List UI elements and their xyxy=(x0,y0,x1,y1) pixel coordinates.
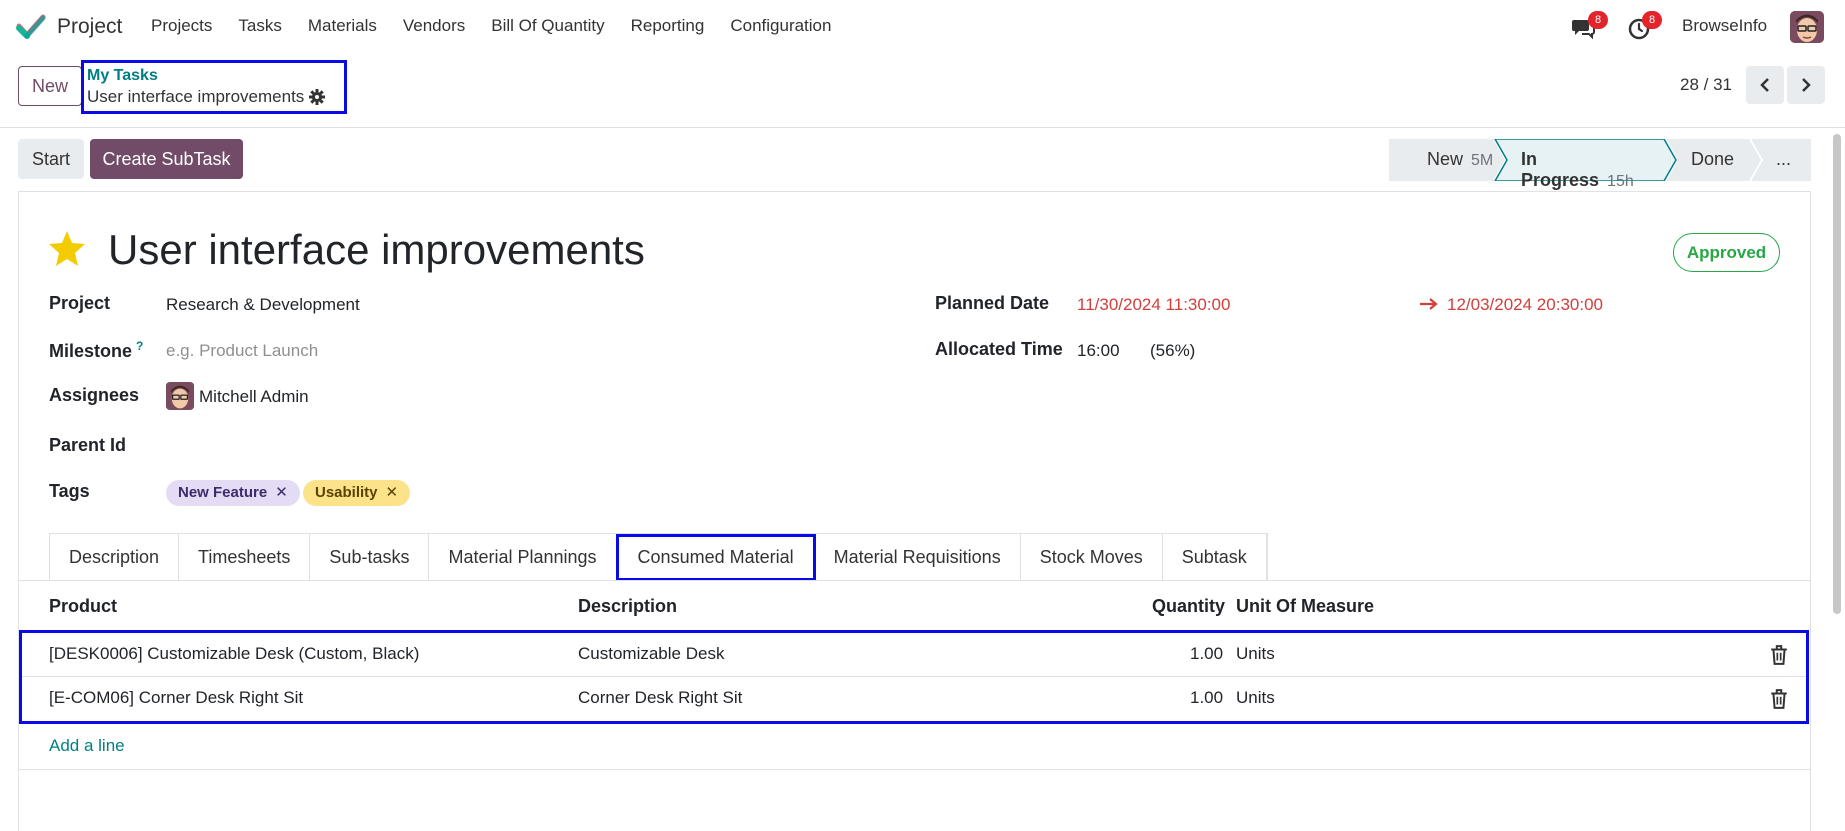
tab-material-plannings[interactable]: Material Plannings xyxy=(429,534,617,581)
breadcrumb-current: User interface improvements xyxy=(87,87,341,107)
tab-divider xyxy=(18,580,1811,581)
tag-usability: Usability ✕ xyxy=(303,480,411,506)
tab-sub-tasks[interactable]: Sub-tasks xyxy=(310,534,430,581)
milestone-label: Milestone? xyxy=(49,339,143,362)
tags-label: Tags xyxy=(49,481,90,501)
arrow-right-icon xyxy=(1420,298,1438,310)
menu-configuration[interactable]: Configuration xyxy=(730,16,831,36)
row-description[interactable]: Corner Desk Right Sit xyxy=(578,688,742,708)
project-app-icon[interactable] xyxy=(16,14,46,40)
stage-done[interactable]: Done xyxy=(1691,149,1734,170)
tab-subtask[interactable]: Subtask xyxy=(1163,534,1267,581)
row-product[interactable]: [DESK0006] Customizable Desk (Custom, Bl… xyxy=(49,644,419,664)
control-panel: New My Tasks User interface improvements… xyxy=(0,54,1845,128)
column-header-description[interactable]: Description xyxy=(578,596,677,617)
messages-count-badge: 8 xyxy=(1588,11,1608,29)
trash-icon[interactable] xyxy=(1770,645,1788,665)
column-header-product[interactable]: Product xyxy=(49,596,117,617)
breadcrumb-current-label: User interface improvements xyxy=(87,87,305,106)
tab-stock-moves[interactable]: Stock Moves xyxy=(1021,534,1163,581)
row-uom[interactable]: Units xyxy=(1236,644,1275,664)
top-navbar: Project Projects Tasks Materials Vendors… xyxy=(0,0,1845,54)
breadcrumb: My Tasks User interface improvements xyxy=(81,60,347,114)
menu-projects[interactable]: Projects xyxy=(151,16,212,36)
project-field[interactable]: Research & Development xyxy=(166,295,360,315)
planned-end-field[interactable]: 12/03/2024 20:30:00 xyxy=(1447,295,1603,315)
breadcrumb-parent-link[interactable]: My Tasks xyxy=(87,67,341,85)
row-product[interactable]: [E-COM06] Corner Desk Right Sit xyxy=(49,688,303,708)
pager-next-button[interactable] xyxy=(1787,66,1825,104)
consumed-material-rows: [DESK0006] Customizable Desk (Custom, Bl… xyxy=(19,630,1809,724)
pager-previous-button[interactable] xyxy=(1746,66,1784,104)
tag-new-feature: New Feature ✕ xyxy=(166,480,300,506)
tag-new-feature-label: New Feature xyxy=(178,484,268,501)
scrollbar[interactable] xyxy=(1833,134,1841,614)
planned-start-field[interactable]: 11/30/2024 11:30:00 xyxy=(1077,295,1230,315)
task-title[interactable]: User interface improvements xyxy=(108,226,645,274)
column-header-quantity[interactable]: Quantity xyxy=(1152,596,1225,617)
milestone-label-text: Milestone xyxy=(49,341,133,361)
allocated-time-field[interactable]: 16:00 xyxy=(1077,341,1120,361)
stage-in-progress[interactable]: In Progress 15h xyxy=(1521,149,1634,191)
company-switcher[interactable]: BrowseInfo xyxy=(1682,16,1767,36)
new-button[interactable]: New xyxy=(18,66,82,106)
table-row[interactable]: [E-COM06] Corner Desk Right Sit Corner D… xyxy=(22,677,1806,721)
row-quantity[interactable]: 1.00 xyxy=(1190,644,1223,664)
table-row[interactable]: [DESK0006] Customizable Desk (Custom, Bl… xyxy=(22,633,1806,677)
tab-consumed-material[interactable]: Consumed Material xyxy=(615,534,816,581)
table-footer-divider xyxy=(18,769,1811,770)
assignees-label: Assignees xyxy=(49,385,140,405)
stage-new-label: New xyxy=(1427,149,1464,169)
stage-more[interactable]: ... xyxy=(1776,149,1791,170)
tab-description[interactable]: Description xyxy=(50,534,180,581)
app-name[interactable]: Project xyxy=(57,15,122,39)
menu-materials[interactable]: Materials xyxy=(308,16,377,36)
menu-bill-of-quantity[interactable]: Bill Of Quantity xyxy=(491,16,604,36)
stage-new-time: 5M xyxy=(1471,152,1494,169)
activities-count-badge: 8 xyxy=(1642,11,1662,29)
gear-icon[interactable] xyxy=(309,89,326,105)
menu-tasks[interactable]: Tasks xyxy=(238,16,281,36)
column-header-uom[interactable]: Unit Of Measure xyxy=(1236,596,1374,617)
row-uom[interactable]: Units xyxy=(1236,688,1275,708)
notebook-tabs: Description Timesheets Sub-tasks Materia… xyxy=(49,533,1268,581)
tab-timesheets[interactable]: Timesheets xyxy=(179,534,311,581)
milestone-help-icon[interactable]: ? xyxy=(136,339,143,353)
project-label: Project xyxy=(49,293,111,313)
tag-usability-label: Usability xyxy=(315,484,378,501)
tag-remove-icon[interactable]: ✕ xyxy=(275,480,288,506)
chevron-left-icon xyxy=(1760,78,1769,92)
start-button[interactable]: Start xyxy=(18,139,84,179)
stage-in-progress-label: In Progress xyxy=(1521,149,1600,190)
pager-value[interactable]: 28 / 31 xyxy=(1680,75,1732,95)
form-sheet xyxy=(18,191,1811,831)
menu-vendors[interactable]: Vendors xyxy=(403,16,465,36)
allocated-time-percent: (56%) xyxy=(1150,341,1196,360)
planned-date-label: Planned Date xyxy=(935,293,1050,313)
priority-star-icon[interactable] xyxy=(47,229,87,269)
tag-remove-icon[interactable]: ✕ xyxy=(386,480,399,506)
assignee-avatar[interactable] xyxy=(166,382,194,410)
menu-reporting[interactable]: Reporting xyxy=(631,16,705,36)
allocated-time-label: Allocated Time xyxy=(935,339,1063,359)
form-statusbar: Start Create SubTask New 5M In Progress 15… xyxy=(0,128,1845,191)
parent-id-label: Parent Id xyxy=(49,435,127,455)
tab-material-requisitions[interactable]: Material Requisitions xyxy=(815,534,1021,581)
row-quantity[interactable]: 1.00 xyxy=(1190,688,1223,708)
stage-new[interactable]: New 5M xyxy=(1427,149,1493,170)
add-a-line-link[interactable]: Add a line xyxy=(49,736,125,756)
assignee-name[interactable]: Mitchell Admin xyxy=(199,387,309,407)
main-menu: Projects Tasks Materials Vendors Bill Of… xyxy=(151,16,857,36)
trash-icon[interactable] xyxy=(1770,689,1788,709)
approval-status-badge: Approved xyxy=(1673,233,1780,272)
create-subtask-button[interactable]: Create SubTask xyxy=(90,139,243,179)
user-avatar[interactable] xyxy=(1790,11,1824,43)
chevron-right-icon xyxy=(1802,78,1811,92)
milestone-field[interactable]: e.g. Product Launch xyxy=(166,341,318,361)
row-description[interactable]: Customizable Desk xyxy=(578,644,724,664)
stage-in-progress-time: 15h xyxy=(1607,173,1634,190)
